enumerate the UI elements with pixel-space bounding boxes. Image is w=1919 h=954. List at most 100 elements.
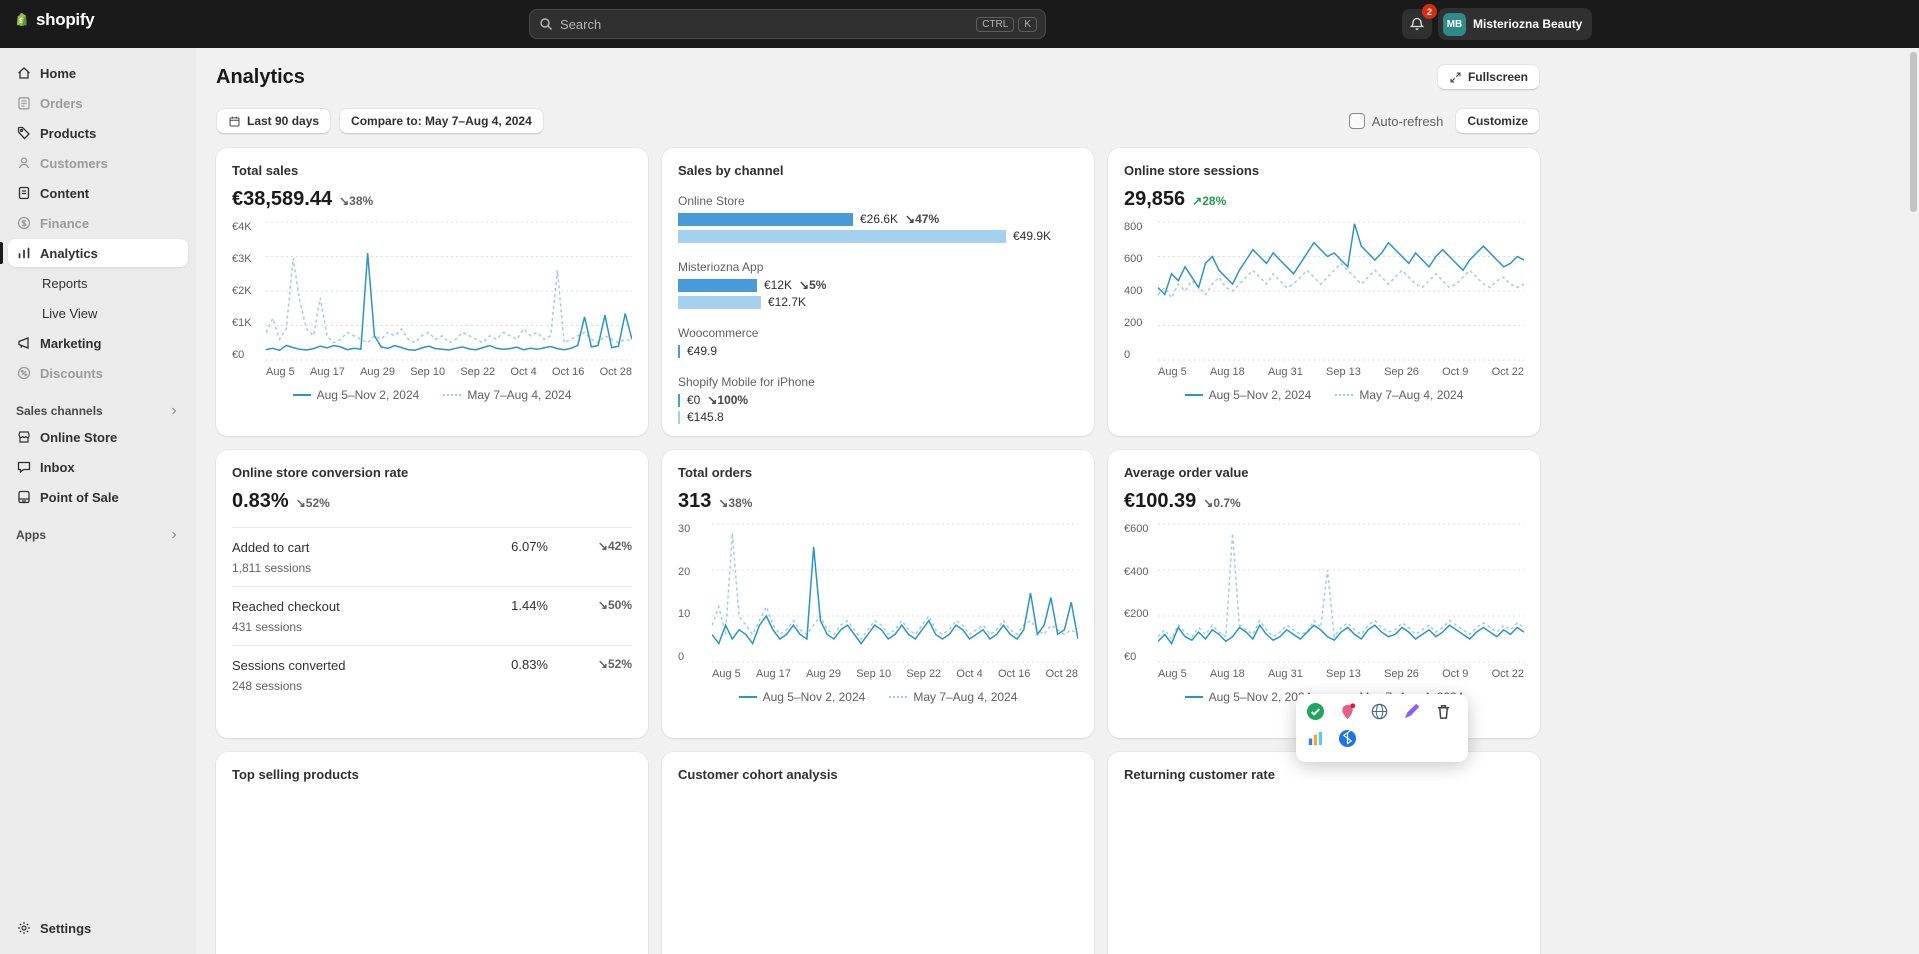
returning-customer-rate-card: Returning customer rate: [1108, 752, 1540, 954]
legend-current: Aug 5–Nov 2, 2024: [1185, 690, 1312, 704]
sidebar-item-marketing[interactable]: Marketing: [8, 329, 188, 357]
sidebar-item-online-store[interactable]: Online Store: [8, 423, 188, 451]
notifications-button[interactable]: 2: [1402, 9, 1432, 39]
sidebar-item-reports[interactable]: Reports: [8, 269, 188, 297]
search-input[interactable]: Search CTRL K: [529, 9, 1046, 39]
sidebar-item-content[interactable]: Content: [8, 179, 188, 207]
scrollbar-thumb[interactable]: [1910, 52, 1917, 212]
funnel-sessions: 248 sessions: [232, 679, 478, 693]
sidebar-item-label: Reports: [42, 276, 88, 291]
funnel-row-reached-checkout: Reached checkout431 sessions 1.44% ↘50%: [232, 586, 632, 645]
sidebar: Home Orders Products Customers Content F…: [0, 48, 196, 954]
sidebar-item-live-view[interactable]: Live View: [8, 299, 188, 327]
account-menu[interactable]: MB Misteriozna Beauty: [1438, 8, 1592, 40]
metric-value: 29,856: [1124, 188, 1185, 211]
auto-refresh-checkbox[interactable]: [1349, 113, 1365, 129]
customize-button[interactable]: Customize: [1455, 108, 1540, 134]
x-tick-label: Aug 29: [360, 366, 395, 378]
x-tick-label: Oct 22: [1492, 668, 1524, 680]
metric-value: 313: [678, 490, 711, 513]
x-tick-label: Sep 13: [1326, 668, 1361, 680]
sidebar-item-label: Discounts: [40, 366, 103, 381]
date-range-button[interactable]: Last 90 days: [216, 108, 331, 134]
funnel-step-label: Reached checkout: [232, 599, 340, 614]
x-tick-label: Oct 4: [510, 366, 536, 378]
sidebar-item-label: Orders: [40, 96, 83, 111]
channel-group: Woocommerce€49.9: [678, 326, 1078, 358]
metric-title[interactable]: Total orders: [678, 465, 752, 480]
metric-title[interactable]: Customer cohort analysis: [678, 767, 838, 782]
x-tick-label: Oct 9: [1442, 366, 1468, 378]
x-tick-label: Aug 29: [806, 668, 841, 680]
sales-channels-header[interactable]: Sales channels: [16, 404, 180, 418]
y-tick-label: €4K: [232, 221, 266, 233]
orders-icon: [16, 95, 32, 111]
bar-delta: ↘5%: [799, 278, 826, 292]
x-tick-label: Aug 5: [712, 668, 741, 680]
x-tick-label: Aug 5: [266, 366, 295, 378]
aov-line-chart: [1158, 523, 1524, 663]
extension-toolbar-popup: [1296, 694, 1468, 762]
metric-title[interactable]: Returning customer rate: [1124, 767, 1275, 782]
apps-header[interactable]: Apps: [16, 528, 180, 542]
y-tick-label: 200: [1124, 317, 1158, 329]
sidebar-item-orders[interactable]: Orders: [8, 89, 188, 117]
content-icon: [16, 185, 32, 201]
main-content: Analytics Fullscreen Last 90 days Compar…: [196, 48, 1540, 954]
metric-title[interactable]: Top selling products: [232, 767, 359, 782]
sidebar-item-inbox[interactable]: Inbox: [8, 453, 188, 481]
sidebar-item-customers[interactable]: Customers: [8, 149, 188, 177]
funnel-row-sessions-converted: Sessions converted248 sessions 0.83% ↘52…: [232, 645, 632, 704]
sidebar-item-point-of-sale[interactable]: Point of Sale: [8, 483, 188, 511]
pen-icon[interactable]: [1402, 702, 1421, 721]
compare-to-button[interactable]: Compare to: May 7–Aug 4, 2024: [339, 108, 544, 134]
y-tick-label: €600: [1124, 523, 1158, 535]
sidebar-item-settings[interactable]: Settings: [8, 914, 188, 942]
channel-name: Shopify Mobile for iPhone: [678, 375, 1078, 389]
check-icon[interactable]: [1306, 702, 1325, 721]
comparison-bar: [678, 296, 761, 309]
auto-refresh-control: Auto-refresh: [1349, 113, 1444, 129]
metric-title[interactable]: Online store sessions: [1124, 163, 1259, 178]
trash-icon[interactable]: [1434, 702, 1453, 721]
sidebar-item-label: Point of Sale: [40, 490, 119, 505]
x-tick-label: Aug 31: [1268, 366, 1303, 378]
storefront-icon: [16, 429, 32, 445]
expand-icon: [1449, 71, 1462, 84]
y-tick-label: 0: [678, 651, 712, 663]
x-tick-label: Aug 18: [1210, 366, 1245, 378]
globe-icon[interactable]: [1370, 702, 1389, 721]
cards-grid-row3: Top selling products Customer cohort ana…: [216, 752, 1540, 954]
customer-cohort-analysis-card: Customer cohort analysis: [662, 752, 1094, 954]
shopify-logo[interactable]: shopify: [14, 10, 94, 30]
total-sales-line-chart: [266, 221, 632, 361]
sidebar-item-home[interactable]: Home: [8, 59, 188, 87]
metric-title[interactable]: Sales by channel: [678, 163, 784, 178]
metric-title[interactable]: Average order value: [1124, 465, 1249, 480]
x-tick-label: Oct 28: [600, 366, 632, 378]
x-tick-label: Aug 5: [1158, 668, 1187, 680]
fullscreen-label: Fullscreen: [1468, 70, 1528, 84]
sidebar-item-analytics[interactable]: Analytics: [8, 239, 188, 267]
funnel-rate: 6.07%: [478, 539, 548, 554]
metric-title[interactable]: Total sales: [232, 163, 298, 178]
shortcut-ctrl-key: CTRL: [976, 17, 1014, 32]
y-axis-labels: €4K€3K€2K€1K€0: [232, 221, 266, 361]
funnel-row-added-to-cart: Added to cart1,811 sessions 6.07% ↘42%: [232, 527, 632, 586]
pin-icon[interactable]: [1338, 702, 1357, 721]
bluetooth-icon[interactable]: [1338, 729, 1357, 748]
sidebar-item-discounts[interactable]: Discounts: [8, 359, 188, 387]
metric-title[interactable]: Online store conversion rate: [232, 465, 408, 480]
metric-delta: ↘38%: [718, 496, 752, 510]
sidebar-item-label: Home: [40, 66, 76, 81]
sidebar-item-products[interactable]: Products: [8, 119, 188, 147]
x-tick-label: Sep 22: [906, 668, 941, 680]
stats-icon[interactable]: [1306, 729, 1325, 748]
fullscreen-button[interactable]: Fullscreen: [1437, 64, 1540, 90]
page-title: Analytics: [216, 66, 305, 89]
y-tick-label: €0: [1124, 651, 1158, 663]
y-tick-label: 30: [678, 523, 712, 535]
shopify-bag-icon: [14, 12, 30, 28]
sidebar-item-finance[interactable]: Finance: [8, 209, 188, 237]
sidebar-item-label: Settings: [40, 921, 91, 936]
